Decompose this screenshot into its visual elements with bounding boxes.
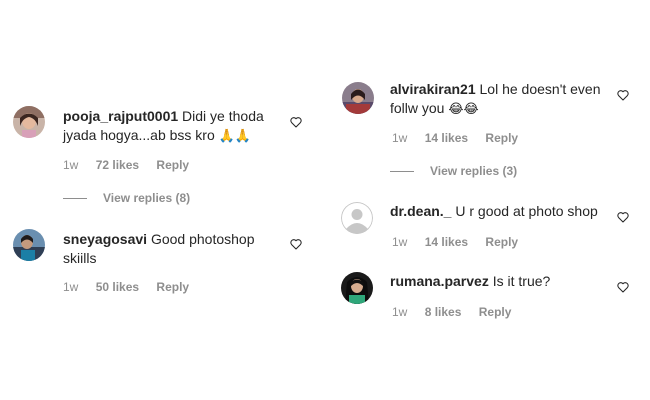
comment-likes[interactable]: 50 likes xyxy=(96,280,139,294)
view-replies-line xyxy=(390,171,414,173)
comment-time[interactable]: 1w xyxy=(63,280,78,294)
view-replies-line xyxy=(63,198,87,200)
heart-outline-icon[interactable] xyxy=(289,115,303,129)
comment-time[interactable]: 1w xyxy=(392,131,407,145)
comment-likes[interactable]: 14 likes xyxy=(425,131,468,145)
comment-likes[interactable]: 72 likes xyxy=(96,158,139,172)
comment-body: U r good at photo shop xyxy=(455,203,598,219)
comment-emoji: 🙏🙏 xyxy=(218,129,252,144)
comment-username[interactable]: dr.dean._ xyxy=(390,203,451,219)
reply-button[interactable]: Reply xyxy=(485,235,518,249)
view-replies-label: View replies (3) xyxy=(430,164,518,178)
view-replies-button[interactable]: View replies (3) xyxy=(390,164,517,178)
comment-likes[interactable]: 8 likes xyxy=(425,305,462,319)
comments-panel-left: pooja_rajput0001 Didi ye thoda jyada hog… xyxy=(0,0,323,400)
comment-text-block: alvirakiran21 Lol he doesn't even follw … xyxy=(390,80,605,119)
comment-text-block: pooja_rajput0001 Didi ye thoda jyada hog… xyxy=(63,107,278,146)
comment-username[interactable]: pooja_rajput0001 xyxy=(63,108,178,124)
avatar[interactable] xyxy=(342,82,374,114)
comment-time[interactable]: 1w xyxy=(392,305,407,319)
comment-username[interactable]: alvirakiran21 xyxy=(390,81,476,97)
reply-button[interactable]: Reply xyxy=(479,305,512,319)
view-replies-label: View replies (8) xyxy=(103,191,191,205)
reply-button[interactable]: Reply xyxy=(156,280,189,294)
comment-username[interactable]: rumana.parvez xyxy=(390,273,489,289)
comment-text-block: rumana.parvez Is it true? xyxy=(390,272,605,291)
comment-meta: 1w 14 likes Reply xyxy=(392,131,532,145)
comment-meta: 1w 14 likes Reply xyxy=(392,235,532,249)
comment-emoji: 😂😂 xyxy=(448,102,479,117)
comment-meta: 1w 8 likes Reply xyxy=(392,305,525,319)
comment-time[interactable]: 1w xyxy=(392,235,407,249)
heart-outline-icon[interactable] xyxy=(616,280,630,294)
comments-panel-right: alvirakiran21 Lol he doesn't even follw … xyxy=(323,0,650,400)
comment-meta: 1w 72 likes Reply xyxy=(63,158,203,172)
avatar[interactable] xyxy=(341,272,373,304)
comment-username[interactable]: sneyagosavi xyxy=(63,231,147,247)
comment-text-block: dr.dean._ U r good at photo shop xyxy=(390,202,605,221)
comment-body: Is it true? xyxy=(492,273,551,289)
default-avatar-icon[interactable] xyxy=(341,202,373,234)
heart-outline-icon[interactable] xyxy=(616,210,630,224)
view-replies-button[interactable]: View replies (8) xyxy=(63,191,190,205)
avatar[interactable] xyxy=(13,106,45,138)
comment-likes[interactable]: 14 likes xyxy=(425,235,468,249)
avatar[interactable] xyxy=(13,229,45,261)
comment-time[interactable]: 1w xyxy=(63,158,78,172)
comment-text-block: sneyagosavi Good photoshop skiills xyxy=(63,230,278,268)
reply-button[interactable]: Reply xyxy=(156,158,189,172)
heart-outline-icon[interactable] xyxy=(289,237,303,251)
comment-meta: 1w 50 likes Reply xyxy=(63,280,203,294)
reply-button[interactable]: Reply xyxy=(485,131,518,145)
heart-outline-icon[interactable] xyxy=(616,88,630,102)
